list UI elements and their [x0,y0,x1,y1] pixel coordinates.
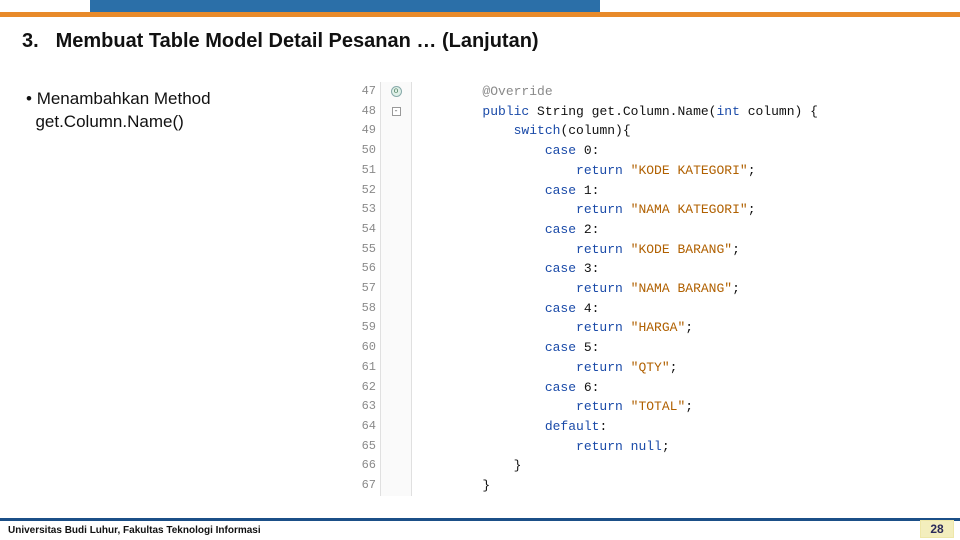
line-number: 55 [352,240,380,260]
line-number: 56 [352,259,380,279]
code-text: case 0: [412,141,599,161]
line-number: 61 [352,358,380,378]
bullet-line1: Menambahkan Method [37,89,211,108]
gutter [380,279,412,299]
gutter [380,200,412,220]
code-text: return "NAMA KATEGORI"; [412,200,756,220]
accent-bar-blue [90,0,600,12]
line-number: 58 [352,299,380,319]
code-text: @Override [412,82,553,102]
heading-text: Membuat Table Model Detail Pesanan … (La… [56,30,539,52]
code-line: 50 case 0: [352,141,947,161]
code-line: 62 case 6: [352,378,947,398]
code-text: return "KODE KATEGORI"; [412,161,756,181]
line-number: 65 [352,437,380,457]
code-line: 56 case 3: [352,259,947,279]
code-text: return "QTY"; [412,358,677,378]
code-text: case 1: [412,181,599,201]
code-line: 47 o @Override [352,82,947,102]
line-number: 60 [352,338,380,358]
code-line: 60 case 5: [352,338,947,358]
gutter [380,456,412,476]
bullet-item: • Menambahkan Method get.Column.Name() [26,88,326,134]
code-line: 48 - public String get.Column.Name(int co… [352,102,947,122]
line-number: 62 [352,378,380,398]
line-number: 47 [352,82,380,102]
gutter [380,220,412,240]
code-line: 51 return "KODE KATEGORI"; [352,161,947,181]
line-number: 67 [352,476,380,496]
gutter [380,240,412,260]
line-number: 66 [352,456,380,476]
line-number: 52 [352,181,380,201]
code-text: return "TOTAL"; [412,397,693,417]
code-line: 52 case 1: [352,181,947,201]
code-text: } [412,476,490,496]
code-text: } [412,456,521,476]
code-line: 67 } [352,476,947,496]
code-line: 59 return "HARGA"; [352,318,947,338]
code-line: 66 } [352,456,947,476]
line-number: 48 [352,102,380,122]
gutter [380,318,412,338]
gutter [380,378,412,398]
footer-text: Universitas Budi Luhur, Fakultas Teknolo… [0,525,960,536]
code-screenshot: 47 o @Override 48 - public String get.Colum… [352,82,947,496]
page-number-badge: 28 [920,520,954,538]
line-number: 63 [352,397,380,417]
code-text: case 6: [412,378,599,398]
heading-number: 3. [22,30,50,53]
override-hint-icon: o [391,86,402,97]
gutter [380,161,412,181]
code-text: default: [412,417,607,437]
code-text: return "HARGA"; [412,318,693,338]
line-number: 51 [352,161,380,181]
code-line: 63 return "TOTAL"; [352,397,947,417]
code-line: 61 return "QTY"; [352,358,947,378]
code-text: return "KODE BARANG"; [412,240,740,260]
code-text: switch(column){ [412,121,631,141]
gutter: o [380,82,412,102]
footer-bar: Universitas Budi Luhur, Fakultas Teknolo… [0,518,960,540]
code-text: public String get.Column.Name(int column… [412,102,818,122]
line-number: 49 [352,121,380,141]
gutter [380,476,412,496]
code-text: case 2: [412,220,599,240]
code-line: 54 case 2: [352,220,947,240]
code-line: 53 return "NAMA KATEGORI"; [352,200,947,220]
gutter [380,299,412,319]
code-line: 57 return "NAMA BARANG"; [352,279,947,299]
gutter [380,358,412,378]
code-text: case 4: [412,299,599,319]
code-line: 64 default: [352,417,947,437]
gutter: - [380,102,412,122]
gutter [380,141,412,161]
line-number: 59 [352,318,380,338]
gutter [380,121,412,141]
code-text: return null; [412,437,670,457]
line-number: 57 [352,279,380,299]
line-number: 54 [352,220,380,240]
gutter [380,437,412,457]
code-text: case 5: [412,338,599,358]
code-text: return "NAMA BARANG"; [412,279,740,299]
gutter [380,397,412,417]
line-number: 53 [352,200,380,220]
gutter [380,338,412,358]
code-line: 65 return null; [352,437,947,457]
gutter [380,181,412,201]
code-line: 49 switch(column){ [352,121,947,141]
code-text: case 3: [412,259,599,279]
fold-toggle-icon[interactable]: - [392,107,401,116]
code-line: 58 case 4: [352,299,947,319]
slide-heading: 3. Membuat Table Model Detail Pesanan … … [22,30,539,53]
accent-bar-orange [0,12,960,17]
code-line: 55 return "KODE BARANG"; [352,240,947,260]
line-number: 50 [352,141,380,161]
bullet-line2: get.Column.Name() [35,112,183,131]
line-number: 64 [352,417,380,437]
gutter [380,417,412,437]
gutter [380,259,412,279]
